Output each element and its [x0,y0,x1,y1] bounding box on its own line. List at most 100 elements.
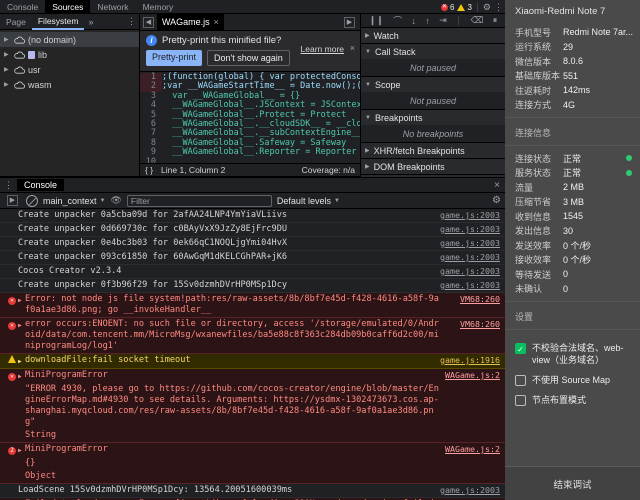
code-viewer[interactable]: 1 ;(function(global) { var protectedConso… [140,72,360,163]
section-header[interactable]: ▶ XHR/fetch Breakpoints [361,143,505,158]
scroll-tabs-right-icon[interactable]: ▶ [344,16,355,28]
chevron-right-icon: ▶ [365,148,370,154]
close-icon[interactable]: × [214,17,219,27]
kebab-menu-icon[interactable]: ⋮ [0,180,17,191]
log-source-link[interactable]: VM68:260 [460,319,500,330]
expand-arrow-icon[interactable]: ▶ [18,319,25,331]
format-icon[interactable]: { } [145,165,153,175]
info-value: 8.0.6 [563,56,584,67]
console-log-row[interactable]: Create unpacker 0e4bc3b03 for 0ek66qC1NO… [0,237,505,251]
console-warning-row[interactable]: ▶ downloadFile:fail socket timeout game.… [0,354,505,369]
console-error-row[interactable]: ✕ ▶ MiniProgramError WAGame.js:2 [0,369,505,383]
console-log-row[interactable]: Cocos Creator v2.3.4 game.js:2003 [0,265,505,279]
expand-arrow-icon[interactable]: ▶ [18,355,25,367]
log-source-link[interactable]: game.js:2003 [440,224,500,235]
log-source-link[interactable]: game.js:2003 [440,238,500,249]
tab-memory[interactable]: Memory [136,0,181,14]
log-source-link[interactable]: WAGame.js:2 [445,444,500,455]
warning-count-badge[interactable]: 3 [457,3,472,12]
console-log-row[interactable]: Create unpacker 0f3b96f29 for 15Sv0dzmhD… [0,279,505,293]
section-header[interactable]: ▼ Scope [361,77,505,92]
tree-item-usr[interactable]: ▶ usr [0,62,139,77]
gear-icon[interactable]: ⚙ [492,195,501,206]
console-log-row[interactable]: LoadScene 15Sv0dzmhDVrHP0MSp1Dcy: 13564.… [0,484,505,498]
deactivate-breakpoints-icon[interactable]: ⌫ [471,15,484,26]
learn-more-link[interactable]: Learn more [301,44,344,54]
info-label: 发送效率 [515,240,552,251]
error-count: 6 [450,2,455,12]
live-expression-icon[interactable]: 👁 [110,195,121,206]
checkbox-disable-source-map[interactable]: 不使用 Source Map [505,370,640,390]
nav-tab-filesystem[interactable]: Filesystem [31,14,85,30]
step-over-button[interactable]: ⌒ [393,14,402,27]
info-label: 运行系统 [515,42,552,53]
step-out-button[interactable]: ↑ [425,16,430,26]
info-row: 接收效率 0 个/秒 [505,253,640,268]
tab-network[interactable]: Network [90,0,135,14]
chevron-down-icon: ▼ [365,81,371,88]
console-log-list[interactable]: Create unpacker 0a5cba09d for 2afAA24LNP… [0,209,505,500]
checkbox-node-layout-mode[interactable]: 节点布置模式 [505,390,640,410]
pause-on-exceptions-icon[interactable]: ⏸ [493,15,498,26]
close-icon[interactable]: × [350,43,355,53]
kebab-menu-icon[interactable]: ⋮ [494,2,503,13]
log-source-link[interactable]: game.js:2003 [440,252,500,263]
expand-arrow-icon[interactable]: ▶ [18,370,25,382]
tree-item-wasm[interactable]: ▶ wasm [0,77,139,92]
log-source-link[interactable]: game.js:2003 [440,280,500,291]
console-log-row[interactable]: Create unpacker 0a5cba09d for 2afAA24LNP… [0,209,505,223]
log-source-link[interactable]: VM68:260 [460,294,500,305]
section-header[interactable]: ▶ Watch [361,28,505,43]
log-source-link[interactable]: game.js:2003 [440,266,500,277]
error-count-badge[interactable]: ✕ 6 [441,3,454,12]
log-level-selector[interactable]: Default levels ▼ [277,196,340,206]
context-selector[interactable]: main_context ▼ [43,196,105,206]
console-error-row[interactable]: ✕ ▶ error occurs:ENOENT: no such file or… [0,318,505,354]
log-source-link[interactable]: WAGame.js:2 [445,370,500,381]
dont-show-again-button[interactable]: Don't show again [207,50,290,66]
info-row: 压缩节省 3 MB [505,195,640,210]
show-console-sidebar-icon[interactable]: ▶ [7,195,18,206]
navigator-pane: Page Filesystem » ⋮ ▶ (no domain) ▶ lib … [0,14,140,176]
filter-input[interactable]: Filter [126,194,272,207]
log-source-link[interactable]: game.js:2003 [440,485,500,496]
clear-console-icon[interactable] [26,194,38,207]
step-button[interactable]: ⇥ [439,15,447,26]
console-log-row[interactable]: Create unpacker 093c61850 for 60AwGqM1dK… [0,251,505,265]
divider [505,145,640,146]
close-icon[interactable]: × [494,180,500,191]
console-error-detail-row: Object [0,470,505,484]
section-header[interactable]: ▼ Breakpoints [361,110,505,125]
section-header[interactable]: ▼ Call Stack [361,44,505,59]
scroll-tabs-left-icon[interactable]: ◀ [143,16,154,28]
console-log-row[interactable]: Create unpacker 0d669730c for c0BAyVxX9J… [0,223,505,237]
settings-section-header: 设置 [515,312,534,322]
section-header[interactable]: ▶ DOM Breakpoints [361,159,505,174]
resume-button[interactable]: ❙❙ [369,15,384,26]
pretty-print-button[interactable]: Pretty-print [146,50,203,66]
end-debug-button[interactable]: 结束调试 [505,466,640,500]
log-source-link[interactable]: game.js:1916 [440,355,500,366]
editor-tab-wagame-js[interactable]: WAGame.js × [157,13,224,31]
checkbox-icon[interactable] [515,395,526,406]
nav-tab-page[interactable]: Page [0,14,32,30]
expand-arrow-icon[interactable]: ▶ [18,294,25,306]
tab-sources[interactable]: Sources [45,0,91,14]
console-error-row[interactable]: 2 ▶ MiniProgramError WAGame.js:2 [0,443,505,457]
nav-kebab-menu-icon[interactable]: ⋮ [127,16,136,27]
tree-item-no-domain[interactable]: ▶ (no domain) [0,32,139,47]
gear-icon[interactable]: ⚙ [483,2,491,13]
tree-item-lib[interactable]: ▶ lib [0,47,139,62]
log-source-link[interactable]: game.js:2003 [440,210,500,221]
drawer-tab-console[interactable]: Console [17,179,65,191]
tab-console[interactable]: Console [0,0,45,14]
nav-overflow-icon[interactable]: » [84,17,97,27]
console-error-row[interactable]: ✕ ▶ Error: not node js file system!path:… [0,293,505,318]
info-label: 连接方式 [515,100,552,111]
checkbox-icon[interactable] [515,375,526,386]
step-into-button[interactable]: ↓ [412,16,417,26]
expand-arrow-icon[interactable]: ▶ [18,444,25,456]
section-body: Not paused [361,92,505,109]
checkbox-skip-domain-check[interactable]: ✓ 不校验合法域名、web-view（业务域名） [505,338,640,370]
checkbox-icon[interactable]: ✓ [515,343,526,354]
